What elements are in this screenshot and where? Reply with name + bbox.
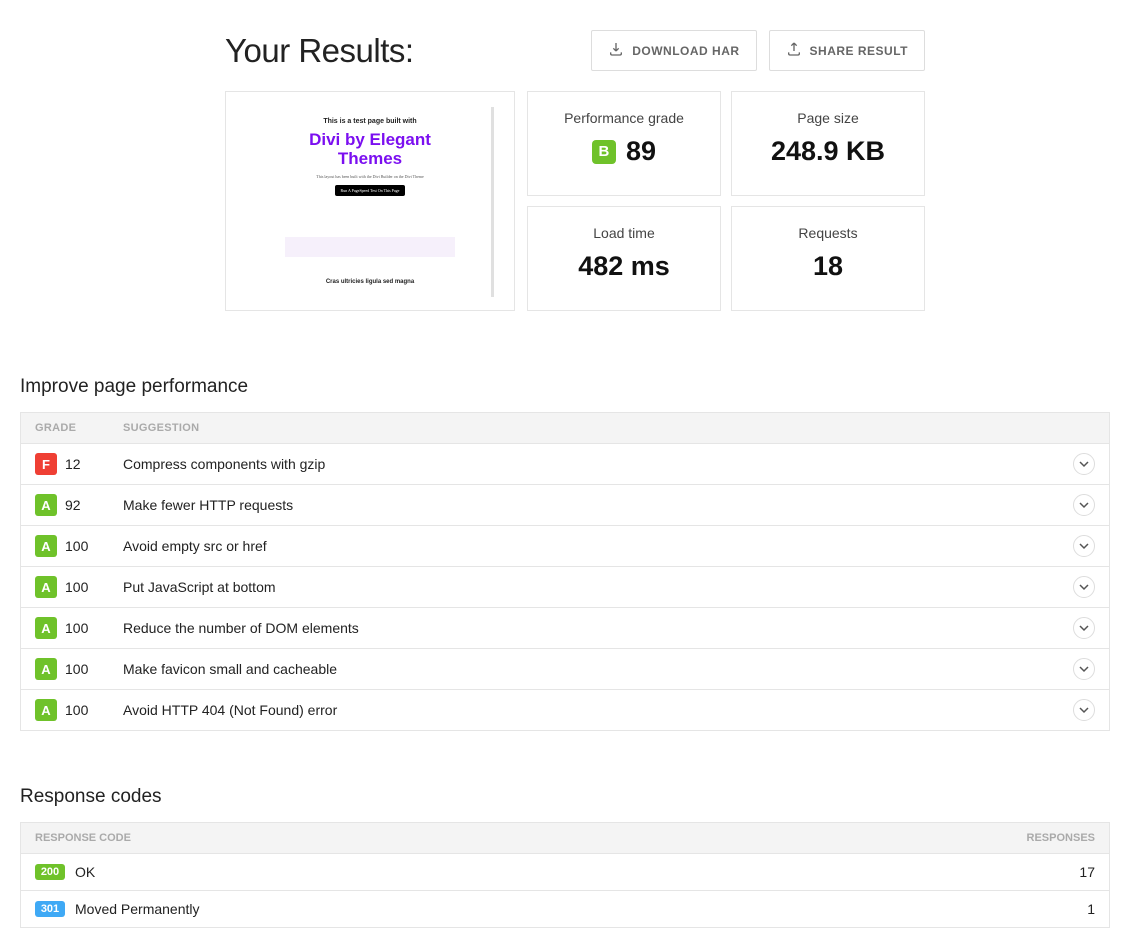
response-table: RESPONSE CODE RESPONSES 200 OK17 301 Moved … — [20, 822, 1110, 928]
table-row[interactable]: A 100 Reduce the number of DOM elements — [21, 608, 1109, 649]
download-har-label: DOWNLOAD HAR — [632, 44, 739, 58]
metric-label: Requests — [742, 225, 914, 241]
expand-button[interactable] — [1073, 576, 1095, 598]
score-value: 100 — [65, 620, 88, 636]
suggestion-text: Reduce the number of DOM elements — [123, 620, 1073, 636]
score-value: 100 — [65, 702, 88, 718]
table-row[interactable]: A 92 Make fewer HTTP requests — [21, 485, 1109, 526]
score-value: 92 — [65, 497, 81, 513]
col-grade: GRADE — [35, 422, 123, 434]
grade-badge: A — [35, 617, 57, 639]
suggestion-text: Avoid HTTP 404 (Not Found) error — [123, 702, 1073, 718]
score-value: 100 — [65, 579, 88, 595]
grade-badge: B — [592, 140, 616, 164]
chevron-down-icon — [1079, 702, 1089, 718]
page-title: Your Results: — [225, 32, 414, 70]
suggestion-text: Compress components with gzip — [123, 456, 1073, 472]
metric-value: 482 ms — [538, 251, 710, 282]
expand-button[interactable] — [1073, 617, 1095, 639]
header-actions: DOWNLOAD HAR SHARE RESULT — [591, 30, 925, 71]
metric-requests: Requests 18 — [731, 206, 925, 311]
metric-label: Load time — [538, 225, 710, 241]
grade-badge: A — [35, 658, 57, 680]
col-responses: RESPONSES — [1027, 832, 1095, 844]
improve-table: GRADE SUGGESTION F 12 Compress components … — [20, 412, 1110, 731]
response-count: 17 — [1079, 864, 1095, 880]
expand-button[interactable] — [1073, 699, 1095, 721]
suggestion-text: Put JavaScript at bottom — [123, 579, 1073, 595]
response-count: 1 — [1087, 901, 1095, 917]
share-icon — [786, 41, 802, 60]
page-preview: This is a test page built with Divi by E… — [225, 91, 515, 311]
table-row[interactable]: A 100 Avoid empty src or href — [21, 526, 1109, 567]
preview-small-text: This is a test page built with — [280, 118, 460, 125]
expand-button[interactable] — [1073, 494, 1095, 516]
expand-button[interactable] — [1073, 535, 1095, 557]
status-label: Moved Permanently — [75, 901, 1087, 917]
metric-label: Performance grade — [538, 110, 710, 126]
preview-block — [285, 237, 455, 257]
response-section-title: Response codes — [20, 786, 1110, 808]
status-code-badge: 301 — [35, 901, 65, 917]
metric-value: 89 — [626, 136, 656, 167]
chevron-down-icon — [1079, 456, 1089, 472]
share-result-label: SHARE RESULT — [810, 44, 908, 58]
metric-load-time: Load time 482 ms — [527, 206, 721, 311]
col-response-code: RESPONSE CODE — [35, 832, 131, 844]
grade-badge: A — [35, 699, 57, 721]
preview-scrollbar — [491, 107, 494, 297]
grade-badge: A — [35, 576, 57, 598]
col-suggestion: SUGGESTION — [123, 422, 1095, 434]
preview-title: Divi by Elegant Themes — [280, 131, 460, 168]
metric-page-size: Page size 248.9 KB — [731, 91, 925, 196]
suggestion-text: Avoid empty src or href — [123, 538, 1073, 554]
preview-footer: Cras ultricies ligula sed magna — [280, 279, 460, 285]
expand-button[interactable] — [1073, 453, 1095, 475]
chevron-down-icon — [1079, 497, 1089, 513]
metric-value: 248.9 KB — [742, 136, 914, 167]
grade-badge: A — [35, 535, 57, 557]
grade-badge: F — [35, 453, 57, 475]
status-code-badge: 200 — [35, 864, 65, 880]
preview-sub: This layout has been built with the Divi… — [280, 174, 460, 179]
download-har-button[interactable]: DOWNLOAD HAR — [591, 30, 756, 71]
expand-button[interactable] — [1073, 658, 1095, 680]
score-value: 12 — [65, 456, 81, 472]
preview-badge: Run A PageSpeed Test On This Page — [335, 185, 406, 196]
chevron-down-icon — [1079, 579, 1089, 595]
suggestion-text: Make fewer HTTP requests — [123, 497, 1073, 513]
chevron-down-icon — [1079, 661, 1089, 677]
download-icon — [608, 41, 624, 60]
table-row: 301 Moved Permanently1 — [21, 891, 1109, 928]
score-value: 100 — [65, 538, 88, 554]
suggestion-text: Make favicon small and cacheable — [123, 661, 1073, 677]
grade-badge: A — [35, 494, 57, 516]
metric-value: 18 — [742, 251, 914, 282]
table-row[interactable]: A 100 Put JavaScript at bottom — [21, 567, 1109, 608]
metric-label: Page size — [742, 110, 914, 126]
table-row[interactable]: F 12 Compress components with gzip — [21, 444, 1109, 485]
metric-performance-grade: Performance grade B 89 — [527, 91, 721, 196]
table-row[interactable]: A 100 Make favicon small and cacheable — [21, 649, 1109, 690]
chevron-down-icon — [1079, 620, 1089, 636]
table-row: 200 OK17 — [21, 854, 1109, 891]
share-result-button[interactable]: SHARE RESULT — [769, 30, 925, 71]
table-row[interactable]: A 100 Avoid HTTP 404 (Not Found) error — [21, 690, 1109, 731]
improve-section-title: Improve page performance — [20, 376, 1110, 398]
status-label: OK — [75, 864, 1079, 880]
chevron-down-icon — [1079, 538, 1089, 554]
score-value: 100 — [65, 661, 88, 677]
